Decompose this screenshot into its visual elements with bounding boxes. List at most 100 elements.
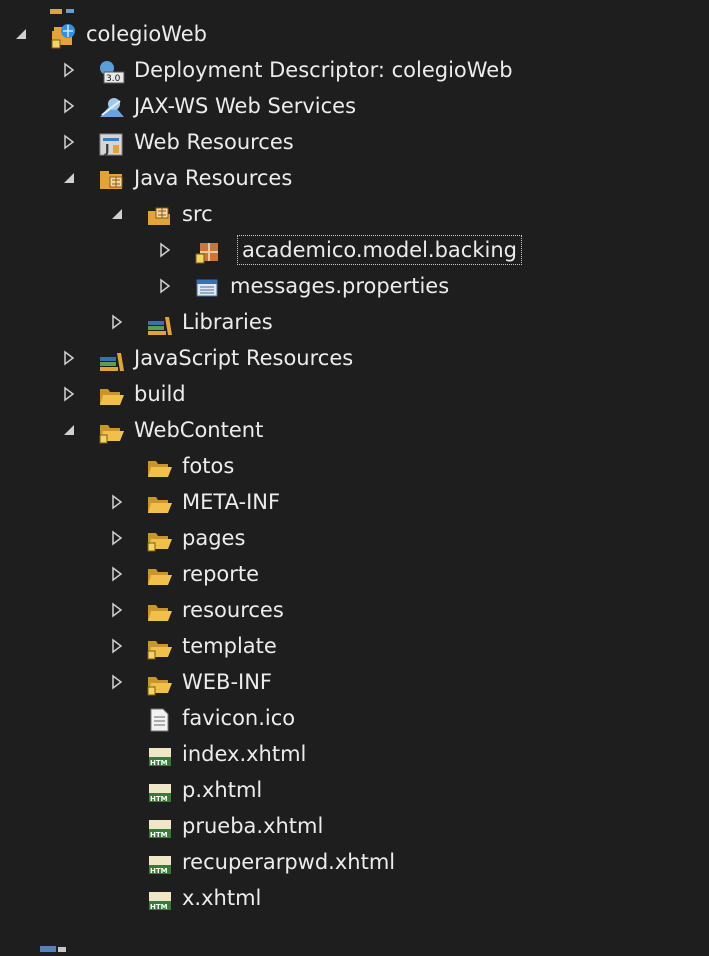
- tree-item-web-resources[interactable]: J Web Resources: [0, 125, 709, 161]
- tree-item-label: index.xhtml: [182, 742, 307, 766]
- tree-item-libraries[interactable]: Libraries: [0, 305, 709, 341]
- open-folder-icon: [98, 419, 124, 444]
- cutoff-item-icon: [40, 0, 80, 14]
- tree-item-label: recuperarpwd.xhtml: [182, 850, 396, 874]
- tree-item-label: prueba.xhtml: [182, 814, 324, 838]
- collapsed-arrow-icon[interactable]: [62, 350, 76, 366]
- project-explorer-tree: colegioWeb 3.0 Deployment Descriptor: co…: [0, 0, 709, 952]
- tree-item-label: messages.properties: [230, 274, 450, 298]
- libraries-icon: [146, 311, 172, 335]
- tree-item-label: favicon.ico: [182, 706, 296, 730]
- collapsed-arrow-icon[interactable]: [110, 674, 124, 690]
- source-folder-icon: [146, 203, 172, 227]
- tree-item-label: p.xhtml: [182, 778, 263, 802]
- package-icon: [194, 239, 220, 264]
- folder-icon: [146, 455, 172, 479]
- tree-item-label: src: [182, 202, 213, 226]
- tree-item-folder-meta-inf[interactable]: META-INF: [0, 485, 709, 521]
- tree-item-label: colegioWeb: [86, 22, 207, 46]
- collapsed-arrow-icon[interactable]: [62, 134, 76, 150]
- collapsed-arrow-icon[interactable]: [62, 62, 76, 78]
- collapsed-arrow-icon[interactable]: [62, 386, 76, 402]
- html-file-icon: HTM: [146, 887, 172, 911]
- tree-item-label: fotos: [182, 454, 235, 478]
- tree-item-folder-fotos[interactable]: fotos: [0, 449, 709, 485]
- shared-folder-icon: [146, 671, 172, 696]
- web-resources-icon: J: [98, 131, 124, 156]
- svg-text:HTM: HTM: [150, 831, 168, 839]
- collapsed-arrow-icon[interactable]: [110, 530, 124, 546]
- html-file-icon: HTM: [146, 779, 172, 803]
- svg-text:J: J: [104, 142, 109, 156]
- java-resources-icon: [98, 167, 124, 191]
- tree-item-file-x[interactable]: HTM x.xhtml: [0, 881, 709, 917]
- collapsed-arrow-icon[interactable]: [158, 278, 172, 294]
- tree-item-package-academico[interactable]: academico.model.backing: [0, 233, 709, 269]
- javascript-resources-icon: [98, 347, 124, 371]
- tree-item-folder-resources[interactable]: resources: [0, 593, 709, 629]
- svg-text:3.0: 3.0: [106, 74, 121, 84]
- tree-item-colegioweb[interactable]: colegioWeb: [0, 17, 709, 53]
- cutoff-item-icon: [38, 937, 74, 952]
- file-icon: [146, 707, 172, 732]
- svg-text:HTM: HTM: [150, 759, 168, 767]
- tree-item-label: pages: [182, 526, 246, 550]
- tree-item-label: JavaScript Resources: [134, 346, 354, 370]
- tree-item-folder-reporte[interactable]: reporte: [0, 557, 709, 593]
- tree-item-label: build: [134, 382, 186, 406]
- tree-item-label: Libraries: [182, 310, 273, 334]
- web-project-icon: [50, 23, 76, 49]
- tree-item-src[interactable]: src: [0, 197, 709, 233]
- collapsed-arrow-icon[interactable]: [110, 566, 124, 582]
- collapsed-arrow-icon[interactable]: [62, 98, 76, 114]
- svg-text:HTM: HTM: [150, 795, 168, 803]
- html-file-icon: HTM: [146, 851, 172, 875]
- tree-item-file-p[interactable]: HTM p.xhtml: [0, 773, 709, 809]
- tree-item-label: Deployment Descriptor: colegioWeb: [134, 58, 513, 82]
- tree-item-file-prueba[interactable]: HTM prueba.xhtml: [0, 809, 709, 845]
- tree-item-folder-pages[interactable]: pages: [0, 521, 709, 557]
- expanded-arrow-icon[interactable]: [62, 422, 76, 438]
- svg-text:HTM: HTM: [150, 903, 168, 911]
- deployment-descriptor-icon: 3.0: [98, 59, 125, 84]
- svg-text:HTM: HTM: [150, 867, 168, 875]
- tree-item-label: Web Resources: [134, 130, 294, 154]
- tree-item-label: x.xhtml: [182, 886, 262, 910]
- tree-item-label: template: [182, 634, 277, 658]
- properties-file-icon: [194, 275, 220, 299]
- tree-item-label: resources: [182, 598, 284, 622]
- tree-item-file-recuperarpwd[interactable]: HTM recuperarpwd.xhtml: [0, 845, 709, 881]
- tree-item-label: WebContent: [134, 418, 264, 442]
- tree-item-label: Java Resources: [134, 166, 293, 190]
- expanded-arrow-icon[interactable]: [110, 206, 124, 222]
- collapsed-arrow-icon[interactable]: [110, 314, 124, 330]
- shared-folder-icon: [146, 635, 172, 660]
- folder-icon: [146, 491, 172, 515]
- tree-item-folder-web-inf[interactable]: WEB-INF: [0, 665, 709, 701]
- tree-item-build[interactable]: build: [0, 377, 709, 413]
- html-file-icon: HTM: [146, 815, 172, 839]
- tree-item-label: META-INF: [182, 490, 281, 514]
- tree-item-file-index[interactable]: HTM index.xhtml: [0, 737, 709, 773]
- expanded-arrow-icon[interactable]: [14, 26, 28, 42]
- collapsed-arrow-icon[interactable]: [110, 638, 124, 654]
- tree-item-javascript-resources[interactable]: JavaScript Resources: [0, 341, 709, 377]
- collapsed-arrow-icon[interactable]: [110, 494, 124, 510]
- web-services-icon: [98, 95, 124, 119]
- expanded-arrow-icon[interactable]: [62, 170, 76, 186]
- html-file-icon: HTM: [146, 743, 172, 767]
- folder-icon: [146, 563, 172, 587]
- tree-item-label: reporte: [182, 562, 260, 586]
- tree-item-deployment-descriptor[interactable]: 3.0 Deployment Descriptor: colegioWeb: [0, 53, 709, 89]
- tree-item-webcontent[interactable]: WebContent: [0, 413, 709, 449]
- tree-item-folder-template[interactable]: template: [0, 629, 709, 665]
- collapsed-arrow-icon[interactable]: [158, 242, 172, 258]
- tree-item-label: WEB-INF: [182, 670, 272, 694]
- shared-folder-icon: [146, 527, 172, 552]
- tree-item-messages-properties[interactable]: messages.properties: [0, 269, 709, 305]
- tree-item-java-resources[interactable]: Java Resources: [0, 161, 709, 197]
- tree-item-jaxws[interactable]: JAX-WS Web Services: [0, 89, 709, 125]
- tree-item-file-favicon[interactable]: favicon.ico: [0, 701, 709, 737]
- folder-icon: [98, 383, 124, 407]
- collapsed-arrow-icon[interactable]: [110, 602, 124, 618]
